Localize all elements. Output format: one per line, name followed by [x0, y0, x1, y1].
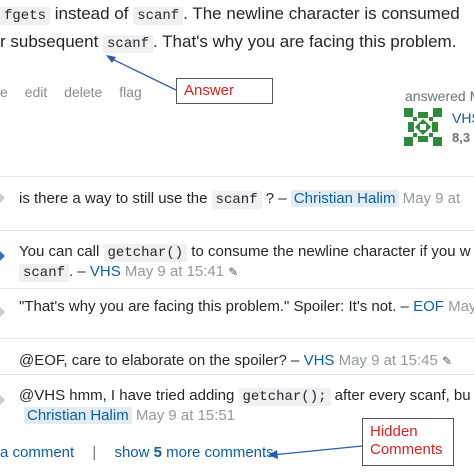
comment: @EOF, care to elaborate on the spoiler? …	[0, 338, 474, 375]
show-more-comments-link[interactable]: show 5 more comments	[114, 444, 273, 461]
edit-pencil-icon[interactable]: ✎	[228, 265, 238, 279]
comment-user[interactable]: VHS	[90, 263, 121, 280]
inline-code: scanf	[211, 191, 262, 209]
upvote-arrow-icon[interactable]	[0, 395, 5, 405]
comment-date[interactable]: May 9	[448, 298, 474, 315]
comment: is there a way to still use the scanf ? …	[0, 176, 474, 221]
inline-code: getchar();	[238, 388, 331, 406]
upvote-arrow-icon[interactable]	[0, 251, 5, 261]
comment: "That's why you are facing this problem.…	[0, 288, 474, 335]
upvote-arrow-icon[interactable]	[0, 193, 5, 203]
comment-date[interactable]: May 9 at	[403, 190, 461, 207]
comment-date[interactable]: May 9 at 15:45	[339, 352, 438, 369]
separator: |	[92, 444, 97, 461]
comment-user[interactable]: EOF	[413, 298, 444, 315]
comment: You can call getchar() to consume the ne…	[0, 230, 474, 285]
upvote-arrow-icon[interactable]	[0, 307, 5, 317]
inline-code: getchar()	[103, 244, 188, 262]
comment-footer: a comment | show 5 more comments	[0, 444, 274, 461]
comment-date[interactable]: May 9 at 15:51	[136, 407, 235, 424]
edit-pencil-icon[interactable]: ✎	[442, 354, 452, 368]
comment-user[interactable]: Christian Halim	[24, 407, 132, 424]
comment-date[interactable]: May 9 at 15:41	[125, 263, 224, 280]
inline-code: scanf	[19, 264, 70, 282]
answer-annotation: Answer	[176, 78, 273, 104]
comment-user[interactable]: VHS	[304, 352, 335, 369]
add-comment-link[interactable]: a comment	[0, 444, 74, 461]
comment-user[interactable]: Christian Halim	[290, 190, 399, 207]
hidden-comments-annotation: Hidden Comments	[362, 418, 454, 466]
